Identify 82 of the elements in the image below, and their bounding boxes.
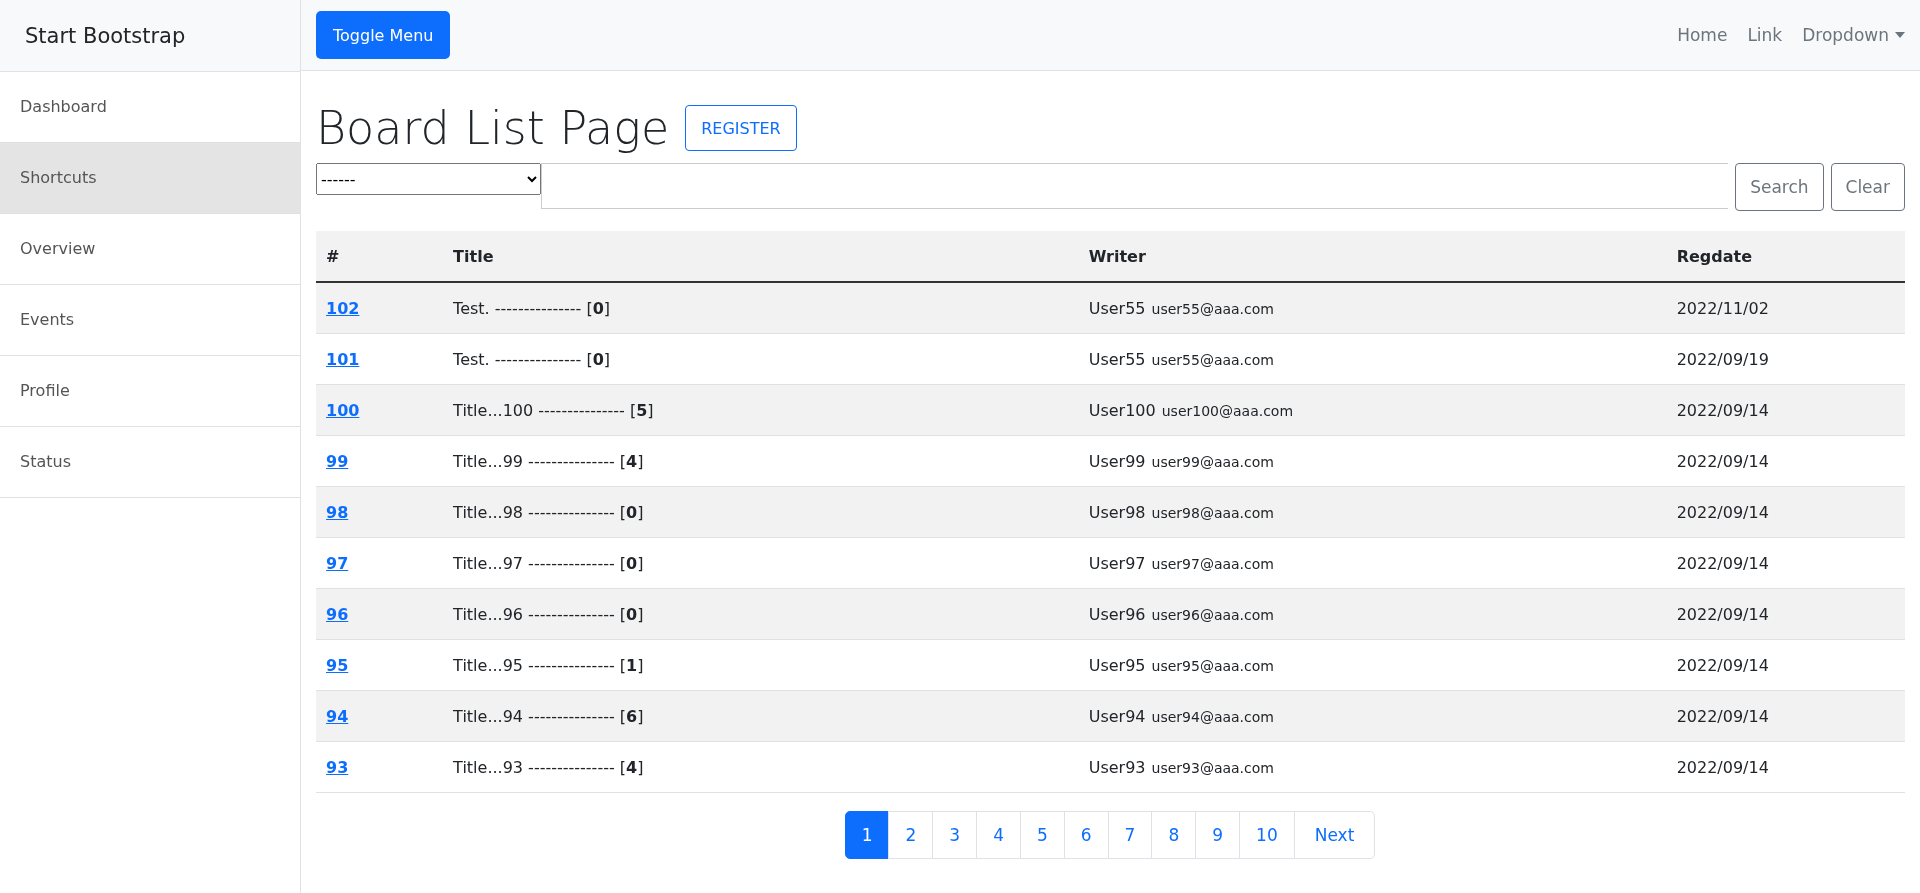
post-number-link[interactable]: 94 bbox=[326, 706, 349, 726]
column-header: Writer bbox=[1078, 231, 1667, 282]
page-title: Board List Page bbox=[316, 101, 670, 155]
search-field[interactable] bbox=[541, 163, 1729, 209]
writer-email: user98@aaa.com bbox=[1151, 504, 1274, 521]
post-title: Test. --------------- [0] bbox=[443, 282, 1079, 334]
sidebar-item[interactable]: Events bbox=[0, 285, 300, 356]
caret-icon bbox=[1895, 32, 1905, 38]
page-link[interactable]: 3 bbox=[932, 811, 978, 859]
regdate: 2022/11/02 bbox=[1666, 282, 1905, 334]
page-link[interactable]: 2 bbox=[888, 811, 934, 859]
post-number-link[interactable]: 100 bbox=[326, 400, 360, 420]
sidebar-item[interactable]: Status bbox=[0, 427, 300, 498]
post-number-link[interactable]: 93 bbox=[326, 757, 349, 777]
writer-name: User98 bbox=[1088, 502, 1146, 522]
writer-email: user94@aaa.com bbox=[1151, 708, 1274, 725]
post-title: Title...95 --------------- [1] bbox=[443, 639, 1079, 691]
sidebar-item[interactable]: Overview bbox=[0, 214, 300, 285]
post-number-link[interactable]: 101 bbox=[326, 349, 360, 369]
post-title: Title...98 --------------- [0] bbox=[443, 486, 1079, 538]
register-button[interactable]: REGISTER bbox=[685, 105, 797, 151]
post-number-link[interactable]: 96 bbox=[326, 604, 349, 624]
post-number-link[interactable]: 99 bbox=[326, 451, 349, 471]
post-title: Title...96 --------------- [0] bbox=[443, 588, 1079, 640]
page-link[interactable]: 5 bbox=[1019, 811, 1065, 859]
page-link[interactable]: 9 bbox=[1195, 811, 1241, 859]
clear-button[interactable]: Clear bbox=[1830, 163, 1905, 211]
post-title: Title...94 --------------- [6] bbox=[443, 690, 1079, 742]
page-link[interactable]: 6 bbox=[1063, 811, 1109, 859]
writer-name: User94 bbox=[1088, 706, 1146, 726]
nav-link[interactable]: Link bbox=[1747, 25, 1783, 45]
regdate: 2022/09/14 bbox=[1666, 384, 1905, 436]
writer-name: User97 bbox=[1088, 553, 1146, 573]
regdate: 2022/09/14 bbox=[1666, 690, 1905, 742]
regdate: 2022/09/14 bbox=[1666, 639, 1905, 691]
writer-name: User100 bbox=[1088, 400, 1156, 420]
writer-email: user93@aaa.com bbox=[1151, 759, 1274, 776]
post-title: Title...97 --------------- [0] bbox=[443, 537, 1079, 589]
toggle-menu-button[interactable]: Toggle Menu bbox=[316, 11, 451, 59]
sidebar-item[interactable]: Shortcuts bbox=[0, 143, 300, 214]
column-header: # bbox=[316, 231, 444, 282]
regdate: 2022/09/14 bbox=[1666, 486, 1905, 538]
writer-email: user97@aaa.com bbox=[1151, 555, 1274, 572]
page-link[interactable]: 4 bbox=[976, 811, 1021, 859]
regdate: 2022/09/14 bbox=[1666, 435, 1905, 487]
post-title: Title...93 --------------- [4] bbox=[443, 741, 1079, 793]
column-header: Regdate bbox=[1666, 231, 1905, 282]
post-title: Title...100 --------------- [5] bbox=[443, 384, 1079, 436]
writer-name: User55 bbox=[1088, 298, 1146, 318]
regdate: 2022/09/14 bbox=[1666, 588, 1905, 640]
page-link[interactable]: 8 bbox=[1151, 811, 1197, 859]
writer-email: user55@aaa.com bbox=[1151, 300, 1274, 317]
writer-email: user55@aaa.com bbox=[1151, 351, 1274, 368]
dropdown-link[interactable]: Dropdown bbox=[1802, 25, 1905, 45]
search-button[interactable]: Search bbox=[1735, 163, 1824, 211]
post-number-link[interactable]: 98 bbox=[326, 502, 349, 522]
search-type-select[interactable]: ------ bbox=[316, 163, 541, 195]
writer-email: user100@aaa.com bbox=[1161, 402, 1294, 419]
writer-email: user99@aaa.com bbox=[1151, 453, 1274, 470]
post-number-link[interactable]: 97 bbox=[326, 553, 349, 573]
column-header: Title bbox=[443, 231, 1079, 282]
writer-email: user96@aaa.com bbox=[1151, 606, 1274, 623]
nav-link[interactable]: Home bbox=[1677, 25, 1728, 45]
page-link[interactable]: 10 bbox=[1239, 811, 1295, 859]
next-page-link[interactable]: Next bbox=[1293, 811, 1376, 859]
regdate: 2022/09/14 bbox=[1666, 741, 1905, 793]
writer-email: user95@aaa.com bbox=[1151, 657, 1274, 674]
writer-name: User96 bbox=[1088, 604, 1146, 624]
brand-title: Start Bootstrap bbox=[0, 0, 300, 72]
sidebar-item[interactable]: Profile bbox=[0, 356, 300, 427]
post-number-link[interactable]: 102 bbox=[326, 298, 360, 318]
regdate: 2022/09/19 bbox=[1666, 333, 1905, 385]
writer-name: User93 bbox=[1088, 757, 1146, 777]
writer-name: User55 bbox=[1088, 349, 1146, 369]
post-number-link[interactable]: 95 bbox=[326, 655, 349, 675]
writer-name: User95 bbox=[1088, 655, 1146, 675]
page-link[interactable]: 1 bbox=[844, 811, 890, 859]
post-title: Title...99 --------------- [4] bbox=[443, 435, 1079, 487]
post-title: Test. --------------- [0] bbox=[443, 333, 1079, 385]
page-link[interactable]: 7 bbox=[1107, 811, 1153, 859]
regdate: 2022/09/14 bbox=[1666, 537, 1905, 589]
writer-name: User99 bbox=[1088, 451, 1146, 471]
